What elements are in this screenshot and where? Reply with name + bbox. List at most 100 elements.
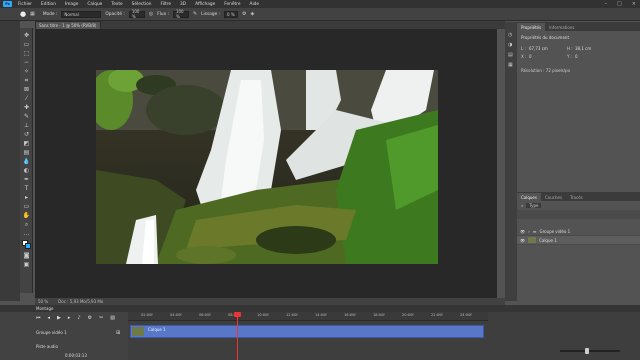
prev-frame-icon[interactable]: ◂ (48, 315, 51, 321)
menu-fichier[interactable]: Fichier (18, 2, 32, 7)
playhead-handle[interactable] (234, 312, 241, 317)
tab-traces[interactable]: Tracés (566, 193, 587, 201)
eraser-tool-icon[interactable]: ◩ (22, 140, 31, 148)
tab-couches[interactable]: Couches (541, 193, 566, 201)
blend-mode-row (517, 210, 640, 219)
visibility-eye-icon[interactable]: 👁 (520, 229, 525, 234)
artboard-tool-icon[interactable]: ▭ (22, 41, 31, 49)
path-select-tool-icon[interactable]: ▸ (22, 194, 31, 202)
settings-icon[interactable]: ⚙ (88, 315, 92, 321)
layer-filter-select[interactable]: Type (526, 203, 542, 208)
layer-row-group[interactable]: 👁 › ▬ Groupe vidéo 1 (517, 227, 640, 236)
maximize-icon[interactable]: □ (617, 1, 622, 7)
height-value[interactable]: 38,1 cm (575, 46, 591, 51)
tick-label: 06:00f (199, 313, 211, 317)
adjustments-panel-icon[interactable]: ◑ (508, 42, 512, 48)
menu-calque[interactable]: Calque (87, 2, 102, 7)
pressure-opacity-icon[interactable]: ◎ (149, 11, 153, 17)
history-panel-icon[interactable]: ◷ (508, 32, 512, 38)
zoom-level[interactable]: 50 % (38, 299, 48, 304)
transition-icon[interactable]: ▧ (110, 315, 115, 321)
menu-fenetre[interactable]: Fenêtre (224, 2, 240, 7)
width-value[interactable]: 67,73 cm (529, 46, 548, 51)
blur-tool-icon[interactable]: 💧 (22, 158, 31, 166)
dodge-tool-icon[interactable]: ◐ (22, 167, 31, 175)
healing-brush-tool-icon[interactable]: ✚ (22, 104, 31, 112)
opacity-field[interactable]: 100 % (128, 9, 145, 19)
timeline-zoom-slider[interactable] (560, 350, 620, 352)
type-tool-icon[interactable]: T (22, 185, 31, 193)
frame-tool-icon[interactable]: ⊠ (22, 86, 31, 94)
menu-selection[interactable]: Sélection (132, 2, 152, 7)
eyedropper-tool-icon[interactable]: ⁄ (22, 95, 31, 103)
tab-proprietes[interactable]: Propriétés (517, 23, 546, 31)
menu-3d[interactable]: 3D (180, 2, 186, 7)
flux-label: Flux : (157, 11, 169, 17)
clone-stamp-tool-icon[interactable]: ⊥ (22, 122, 31, 130)
photoshop-logo: Ps (3, 1, 12, 7)
lasso-tool-icon[interactable]: ∽ (22, 59, 31, 67)
brush-panel-icon[interactable]: ▦ (30, 11, 35, 17)
time-ruler[interactable]: 02:00f 04:00f 06:00f 08:00f 10:00f 12:00… (128, 312, 488, 321)
clip-thumbnail (132, 327, 144, 336)
menu-texte[interactable]: Texte (111, 2, 122, 7)
mode-select[interactable]: Normal (61, 10, 102, 18)
doc-size-info: Doc : 5,93 Mo/5,93 Mo (58, 299, 104, 304)
chevron-right-icon[interactable]: › (528, 229, 530, 234)
crop-tool-icon[interactable]: ⌗ (22, 77, 31, 85)
menu-aide[interactable]: Aide (250, 2, 260, 7)
opacity-label: Opacité : (105, 11, 125, 17)
smoothing-settings-icon[interactable]: ⚙ (242, 11, 246, 17)
split-icon[interactable]: ✂ (99, 315, 103, 321)
y-value[interactable]: 0 (575, 54, 578, 59)
window-controls: – □ × (605, 1, 636, 7)
next-frame-icon[interactable]: ▸ (68, 315, 71, 321)
properties-tabs: Propriétés Informations (517, 22, 640, 31)
play-icon[interactable]: ▶ (57, 315, 61, 321)
layer-name: Groupe vidéo 1 (539, 228, 571, 234)
more-tools-icon[interactable]: … (22, 230, 31, 238)
height-label: H : (567, 46, 573, 51)
y-label: Y : (567, 54, 573, 59)
libraries-panel-icon[interactable]: ▤ (508, 52, 513, 58)
menu-filtre[interactable]: Filtre (160, 2, 171, 7)
marquee-tool-icon[interactable]: ⬚ (22, 50, 31, 58)
add-media-icon[interactable]: ⊞ (116, 330, 120, 336)
brush-tool-icon[interactable]: ✎ (22, 113, 31, 121)
video-clip[interactable] (130, 325, 484, 338)
close-icon[interactable]: × (632, 1, 636, 7)
flux-field[interactable]: 100 % (172, 9, 189, 19)
menu-edition[interactable]: Edition (41, 2, 56, 7)
tab-calques[interactable]: Calques (517, 193, 541, 201)
history-brush-tool-icon[interactable]: ↺ (22, 131, 31, 139)
quick-mask-icon[interactable]: ◙ (22, 252, 31, 260)
zoom-slider-knob[interactable] (585, 348, 589, 354)
symmetry-icon[interactable]: ◈ (251, 11, 255, 17)
minimize-icon[interactable]: – (605, 1, 608, 7)
menu-affichage[interactable]: Affichage (195, 2, 215, 7)
move-tool-icon[interactable]: ✥ (22, 32, 31, 40)
swatches-panel-icon[interactable]: ▦ (508, 62, 513, 68)
document-tab[interactable]: Sans titre - 1 @ 50% (RVB/8) (35, 21, 101, 29)
lissage-field[interactable]: 0 % (224, 10, 239, 18)
background-color-swatch[interactable] (25, 243, 31, 249)
brush-preset-icon[interactable]: ● (20, 10, 26, 18)
layer-row-calque[interactable]: 👁 Calque 1 (517, 236, 640, 245)
menu-image[interactable]: Image (65, 2, 78, 7)
visibility-eye-icon[interactable]: 👁 (520, 238, 525, 243)
tab-informations[interactable]: Informations (545, 23, 578, 31)
audio-icon[interactable]: ♪ (77, 315, 80, 321)
quick-select-tool-icon[interactable]: ✧ (22, 68, 31, 76)
gradient-tool-icon[interactable]: ▤ (22, 149, 31, 157)
hand-tool-icon[interactable]: ✋ (22, 212, 31, 220)
airbrush-icon[interactable]: ✎ (193, 11, 197, 17)
first-frame-icon[interactable]: ⏮ (36, 315, 41, 321)
zoom-tool-icon[interactable]: ⌕ (22, 221, 31, 229)
rectangle-tool-icon[interactable]: ▭ (22, 203, 31, 211)
pen-tool-icon[interactable]: ✒ (22, 176, 31, 184)
lissage-label: Lissage : (201, 11, 221, 17)
waterfall-photo (96, 70, 438, 264)
screen-mode-icon[interactable]: ▣ (22, 261, 31, 269)
filter-search-icon[interactable]: ⌕ (521, 203, 523, 208)
x-value[interactable]: 0 (529, 54, 532, 59)
